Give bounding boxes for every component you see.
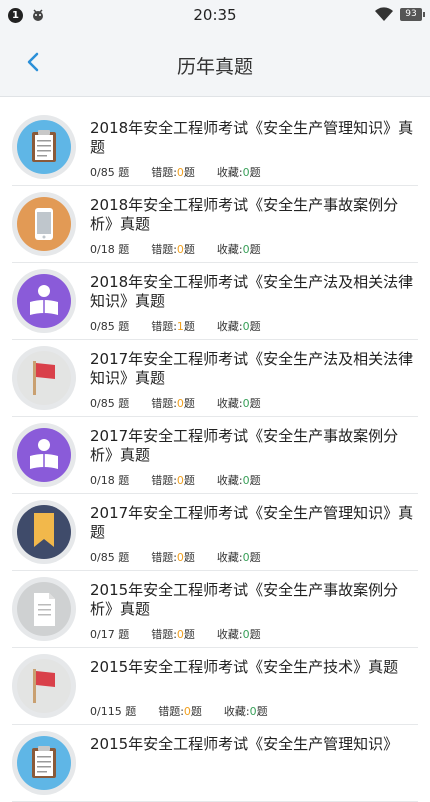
item-title: 2015年安全工程师考试《安全生产管理知识》 xyxy=(90,735,399,753)
status-time: 20:35 xyxy=(193,6,237,24)
progress-count: 0/85 题 xyxy=(90,320,130,333)
item-meta: 0/18 题 错题:0题 收藏:0题 xyxy=(90,241,261,257)
item-meta: 0/18 题 错题:0题 收藏:0题 xyxy=(90,472,261,488)
list-item[interactable]: 2018年安全工程师考试《安全生产事故案例分析》真题 0/18 题 错题:0题 收藏:… xyxy=(0,186,430,263)
fav-count: 收藏:0题 xyxy=(216,166,261,179)
list-item[interactable]: 2018年安全工程师考试《安全生产管理知识》真题 0/85 题 错题:0题 收藏:0题 xyxy=(0,109,430,186)
item-meta: 0/85 题 错题:0题 收藏:0题 xyxy=(90,164,261,180)
progress-count: 0/18 题 xyxy=(90,243,130,256)
clipboard-icon xyxy=(12,731,76,795)
progress-count: 0/85 题 xyxy=(90,397,130,410)
item-title: 2018年安全工程师考试《安全生产管理知识》真题 xyxy=(90,119,414,156)
list-item[interactable]: 2017年安全工程师考试《安全生产事故案例分析》真题 0/18 题 错题:0题 收藏:… xyxy=(0,417,430,494)
flag-icon xyxy=(12,654,76,718)
wrong-count: 错题:0题 xyxy=(151,166,195,179)
fav-count: 收藏:0题 xyxy=(216,628,261,641)
item-meta: 0/115 题 错题:0题 收藏:0题 xyxy=(90,703,268,719)
item-meta: 0/17 题 错题:0题 收藏:0题 xyxy=(90,626,261,642)
item-meta: 0/85 题 错题:1题 收藏:0题 xyxy=(90,318,261,334)
item-title: 2017年安全工程师考试《安全生产法及相关法律知识》真题 xyxy=(90,350,414,387)
fav-count: 收藏:0题 xyxy=(216,320,261,333)
item-title: 2015年安全工程师考试《安全生产事故案例分析》真题 xyxy=(90,581,399,618)
list-item[interactable]: 2017年安全工程师考试《安全生产管理知识》真题 0/85 题 错题:0题 收藏:0题 xyxy=(0,494,430,571)
progress-count: 0/85 题 xyxy=(90,166,130,179)
item-title: 2018年安全工程师考试《安全生产事故案例分析》真题 xyxy=(90,196,399,233)
app-header: 历年真题 xyxy=(0,30,430,97)
wrong-count: 错题:0题 xyxy=(151,397,195,410)
list-item[interactable]: 2015年安全工程师考试《安全生产技术》真题 0/115 题 错题:0题 收藏:0题 xyxy=(0,648,430,725)
fav-count: 收藏:0题 xyxy=(223,705,268,718)
status-bar: 1 20:35 93 xyxy=(0,0,430,30)
fav-count: 收藏:0题 xyxy=(216,474,261,487)
item-meta: 0/85 题 错题:0题 收藏:0题 xyxy=(90,395,261,411)
item-meta: 0/85 题 错题:0题 收藏:0题 xyxy=(90,549,261,565)
progress-count: 0/115 题 xyxy=(90,705,137,718)
document-icon xyxy=(12,577,76,641)
item-title: 2018年安全工程师考试《安全生产法及相关法律知识》真题 xyxy=(90,273,414,310)
progress-count: 0/17 题 xyxy=(90,628,130,641)
list-item[interactable]: 2015年安全工程师考试《安全生产事故案例分析》真题 0/17 题 错题:0题 收藏:… xyxy=(0,571,430,648)
fav-count: 收藏:0题 xyxy=(216,397,261,410)
item-title: 2017年安全工程师考试《安全生产事故案例分析》真题 xyxy=(90,427,399,464)
reading-icon xyxy=(12,423,76,487)
item-title: 2017年安全工程师考试《安全生产管理知识》真题 xyxy=(90,504,414,541)
wrong-count: 错题:0题 xyxy=(151,628,195,641)
fav-count: 收藏:0题 xyxy=(216,243,261,256)
progress-count: 0/85 题 xyxy=(90,551,130,564)
exam-list: 2018年安全工程师考试《安全生产管理知识》真题 0/85 题错题:0题 收藏:0题… xyxy=(0,109,430,802)
wrong-count: 错题:1题 xyxy=(151,320,195,333)
fav-count: 收藏:0题 xyxy=(216,551,261,564)
clipboard-icon xyxy=(12,115,76,179)
bookmark-icon xyxy=(12,500,76,564)
wrong-count: 错题:0题 xyxy=(151,243,195,256)
progress-count: 0/18 题 xyxy=(90,474,130,487)
wrong-count: 错题:0题 xyxy=(151,474,195,487)
wrong-count: 错题:0题 xyxy=(158,705,202,718)
battery-icon: 93 xyxy=(400,8,425,21)
list-item[interactable]: 2017年安全工程师考试《安全生产法及相关法律知识》真题 0/85 题 错题:0题 收… xyxy=(0,340,430,417)
wrong-count: 错题:0题 xyxy=(151,551,195,564)
flag-icon xyxy=(12,346,76,410)
list-item[interactable]: 2015年安全工程师考试《安全生产管理知识》 xyxy=(0,725,430,802)
page-title: 历年真题 xyxy=(176,56,253,78)
item-title: 2015年安全工程师考试《安全生产技术》真题 xyxy=(90,658,399,676)
list-item[interactable]: 2018年安全工程师考试《安全生产法及相关法律知识》真题 0/85 题 错题:1题 收… xyxy=(0,263,430,340)
reading-icon xyxy=(12,269,76,333)
wifi-icon xyxy=(375,7,393,22)
phone-icon xyxy=(12,192,76,256)
